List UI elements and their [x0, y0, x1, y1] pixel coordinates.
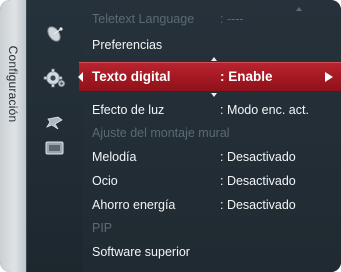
up-arrow-icon [211, 57, 217, 61]
menu-item-ocio[interactable]: Ocio : Desactivado [83, 170, 341, 192]
menu-item-preferencias[interactable]: Preferencias [83, 34, 341, 56]
menu-item-pip: PIP [92, 221, 113, 235]
input-icon[interactable] [43, 136, 67, 160]
menu-item-melodia[interactable]: Melodía : Desactivado [83, 146, 341, 168]
side-tab-label: Configuración [6, 45, 20, 123]
tv-menu-window: Configuración Teletext Language: ---- P… [0, 0, 341, 272]
menu-item-ajuste-montaje-mural: Ajuste del montaje mural [92, 126, 230, 140]
menu-list: Teletext Language : ---- Preferencias Ef… [83, 0, 341, 272]
menu-item-efecto-de-luz[interactable]: Efecto de luz : Modo enc. act. [83, 99, 341, 121]
menu-item-texto-digital-selected[interactable]: Texto digital : Enable [78, 57, 341, 97]
gear-icon[interactable] [43, 66, 67, 90]
menu-item-software-superior[interactable]: Software superior [83, 241, 341, 263]
left-arrow-icon [78, 72, 83, 82]
down-arrow-icon [211, 93, 217, 97]
category-icon-column [27, 0, 83, 272]
star-icon[interactable] [43, 110, 67, 134]
satellite-dish-icon[interactable] [43, 22, 67, 46]
menu-item-teletext-language: Teletext Language : ---- [92, 12, 244, 26]
setup-side-tab[interactable]: Configuración [0, 0, 27, 272]
menu-item-ahorro-energia[interactable]: Ahorro energía : Desactivado [83, 194, 341, 216]
right-arrow-icon[interactable] [325, 72, 333, 82]
